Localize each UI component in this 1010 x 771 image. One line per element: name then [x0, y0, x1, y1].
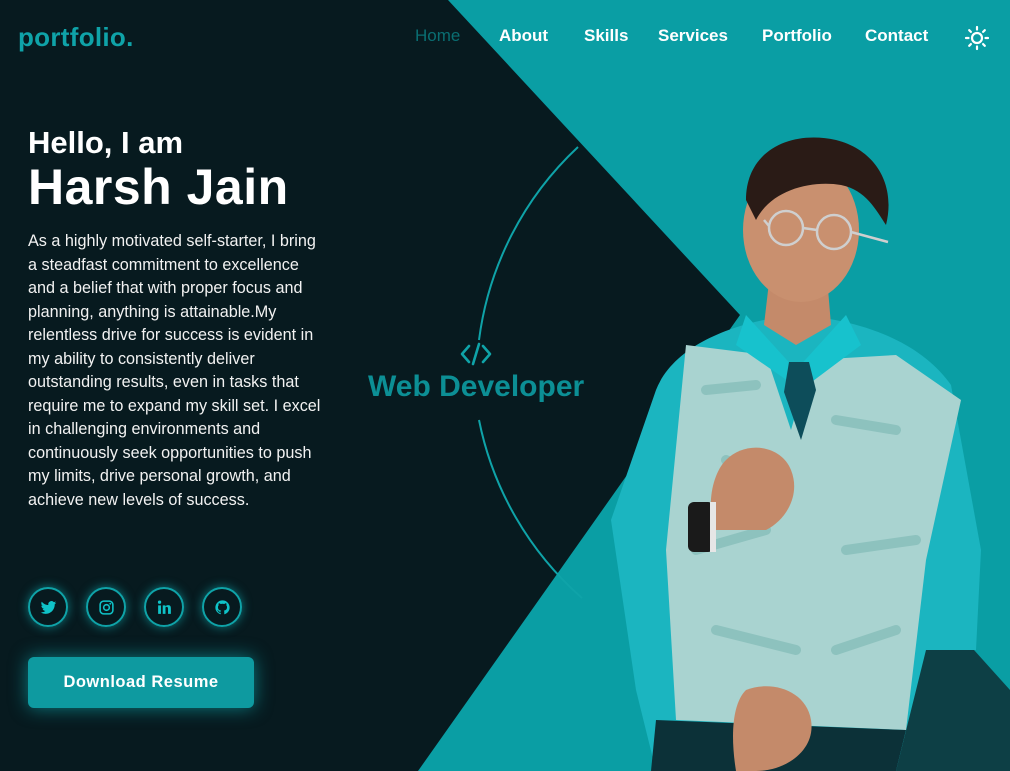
- profile-photo: [611, 137, 1010, 771]
- code-icon: [460, 342, 492, 366]
- hero-greeting: Hello, I am: [28, 125, 184, 160]
- nav-portfolio-link[interactable]: Portfolio: [762, 26, 832, 46]
- hero-bio: As a highly motivated self-starter, I br…: [28, 232, 321, 509]
- github-icon: [214, 599, 230, 614]
- sun-icon[interactable]: [964, 25, 990, 51]
- instagram-link[interactable]: [86, 587, 126, 627]
- github-link[interactable]: [202, 587, 242, 627]
- nav-services-link[interactable]: Services: [658, 26, 728, 46]
- hero-name: Harsh Jain: [28, 159, 289, 215]
- linkedin-link[interactable]: [144, 587, 184, 627]
- linkedin-icon: [157, 600, 171, 614]
- role-arc-line: [478, 146, 579, 341]
- nav-contact-link[interactable]: Contact: [865, 26, 928, 46]
- nav-home-link[interactable]: Home: [415, 26, 460, 46]
- nav-skills-link[interactable]: Skills: [584, 26, 628, 46]
- main-nav: Home About Skills Services Portfolio Con…: [0, 26, 1010, 50]
- role-title: Web Developer: [368, 370, 585, 403]
- twitter-link[interactable]: [28, 587, 68, 627]
- instagram-icon: [98, 599, 114, 615]
- download-resume-button[interactable]: Download Resume: [28, 657, 254, 708]
- twitter-icon: [40, 600, 56, 614]
- nav-about-link[interactable]: About: [499, 26, 548, 46]
